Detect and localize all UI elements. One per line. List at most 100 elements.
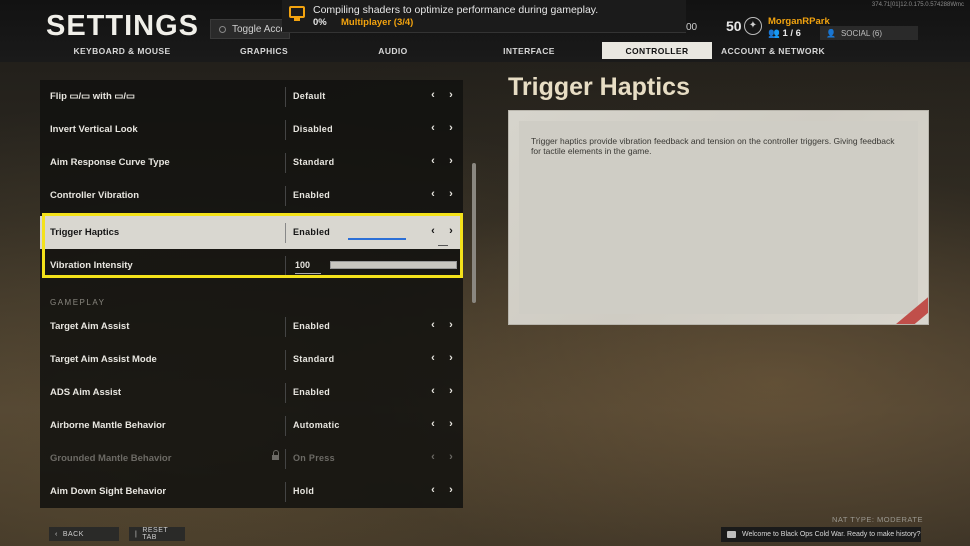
setting-value: Standard bbox=[293, 157, 335, 167]
nat-type: NAT TYPE: MODERATE bbox=[832, 515, 923, 524]
party-count-text: 1 / 6 bbox=[782, 28, 801, 39]
setting-value: Automatic bbox=[293, 420, 340, 430]
reset-icon: | bbox=[135, 530, 138, 538]
toggle-button[interactable]: Toggle Acce bbox=[210, 19, 290, 39]
chat-icon bbox=[727, 531, 736, 538]
monitor-icon bbox=[289, 6, 305, 21]
detail-description: Trigger haptics provide vibration feedba… bbox=[531, 136, 895, 156]
chevron-left-icon[interactable]: ‹ bbox=[424, 188, 442, 200]
party-icon: 👥 bbox=[768, 28, 780, 39]
chevron-left-icon[interactable]: ‹ bbox=[424, 352, 442, 364]
notification-percent: 0% bbox=[313, 17, 327, 28]
chevron-left-icon[interactable]: ‹ bbox=[424, 319, 442, 331]
party-count: 👥 1 / 6 bbox=[768, 28, 801, 39]
settings-tabs: KEYBOARD & MOUSE GRAPHICS AUDIO INTERFAC… bbox=[46, 42, 922, 60]
arrow-controls: ‹ › bbox=[424, 484, 460, 496]
tab-controller[interactable]: CONTROLLER bbox=[602, 42, 712, 59]
setting-row-controller-vibration[interactable]: Controller Vibration Enabled ‹ › bbox=[40, 179, 463, 212]
setting-label: Aim Down Sight Behavior bbox=[50, 486, 167, 497]
tab-account-network[interactable]: ACCOUNT & NETWORK bbox=[712, 42, 834, 59]
setting-label: Grounded Mantle Behavior bbox=[50, 453, 172, 464]
arrow-controls: ‹ › bbox=[424, 188, 460, 200]
chevron-left-icon[interactable]: ‹ bbox=[424, 89, 442, 101]
setting-label: Airborne Mantle Behavior bbox=[50, 420, 166, 431]
tab-graphics[interactable]: GRAPHICS bbox=[198, 42, 330, 59]
social-button[interactable]: 👤 SOCIAL (6) bbox=[820, 26, 918, 40]
chevron-left-icon[interactable]: ‹ bbox=[424, 155, 442, 167]
setting-row-ads-aim-assist[interactable]: ADS Aim Assist Enabled ‹ › bbox=[40, 376, 463, 409]
chevron-right-icon[interactable]: › bbox=[442, 484, 460, 496]
setting-row-grounded-mantle: Grounded Mantle Behavior On Press ‹ › bbox=[40, 442, 463, 475]
setting-value: Hold bbox=[293, 486, 315, 496]
setting-row-aim-curve[interactable]: Aim Response Curve Type Standard ‹ › bbox=[40, 146, 463, 179]
divider bbox=[285, 317, 286, 337]
setting-value: Disabled bbox=[293, 124, 333, 134]
setting-label: ADS Aim Assist bbox=[50, 387, 122, 398]
chevron-left-icon[interactable]: ‹ bbox=[424, 418, 442, 430]
setting-label: Invert Vertical Look bbox=[50, 124, 138, 135]
chevron-right-icon[interactable]: › bbox=[442, 385, 460, 397]
setting-row-airborne-mantle[interactable]: Airborne Mantle Behavior Automatic ‹ › bbox=[40, 409, 463, 442]
arrow-controls: ‹ › bbox=[424, 155, 460, 167]
chevron-right-icon[interactable]: › bbox=[442, 188, 460, 200]
setting-row-target-aim-assist[interactable]: Target Aim Assist Enabled ‹ › bbox=[40, 310, 463, 343]
setting-row-ads-behavior[interactable]: Aim Down Sight Behavior Hold ‹ › bbox=[40, 475, 463, 508]
decorative-stripe bbox=[864, 292, 928, 324]
prestige-emblem-icon: ✦ bbox=[744, 17, 762, 35]
arrow-controls: ‹ › bbox=[424, 352, 460, 364]
detail-panel: Trigger haptics provide vibration feedba… bbox=[508, 110, 929, 325]
setting-label: Target Aim Assist bbox=[50, 321, 130, 332]
setting-row-aim-assist-mode[interactable]: Target Aim Assist Mode Standard ‹ › bbox=[40, 343, 463, 376]
setting-value: On Press bbox=[293, 453, 335, 463]
arrow-controls: ‹ › bbox=[424, 451, 460, 463]
chevron-left-icon[interactable]: ‹ bbox=[424, 122, 442, 134]
arrow-controls: ‹ › bbox=[424, 418, 460, 430]
back-label: BACK bbox=[62, 530, 84, 538]
tab-audio[interactable]: AUDIO bbox=[330, 42, 456, 59]
highlight-annotation bbox=[42, 213, 463, 278]
chevron-right-icon[interactable]: › bbox=[442, 418, 460, 430]
section-header-gameplay: GAMEPLAY bbox=[50, 298, 106, 307]
divider bbox=[285, 383, 286, 403]
setting-value: Enabled bbox=[293, 321, 331, 331]
back-button[interactable]: ‹ BACK bbox=[49, 527, 119, 541]
reset-tab-button[interactable]: | RESET TAB bbox=[129, 527, 185, 541]
chevron-left-icon: ‹ bbox=[431, 451, 435, 463]
currency-value: 00 bbox=[686, 22, 698, 33]
chevron-left-icon[interactable]: ‹ bbox=[424, 385, 442, 397]
setting-value: Enabled bbox=[293, 190, 331, 200]
setting-label: Aim Response Curve Type bbox=[50, 157, 170, 168]
settings-list: Flip ▭/▭ with ▭/▭ Default ‹ › Invert Vert… bbox=[40, 80, 463, 508]
setting-row-invert-vertical[interactable]: Invert Vertical Look Disabled ‹ › bbox=[40, 113, 463, 146]
arrow-controls: ‹ › bbox=[424, 385, 460, 397]
welcome-text: Welcome to Black Ops Cold War. Ready to … bbox=[742, 531, 921, 538]
setting-value: Default bbox=[293, 91, 326, 101]
arrow-controls: ‹ › bbox=[424, 122, 460, 134]
notification-mode: Multiplayer (3/4) bbox=[341, 17, 414, 28]
chevron-right-icon[interactable]: › bbox=[442, 89, 460, 101]
divider bbox=[285, 350, 286, 370]
tab-keyboard-mouse[interactable]: KEYBOARD & MOUSE bbox=[46, 42, 198, 59]
page-title: SETTINGS bbox=[46, 10, 200, 42]
chevron-right-icon[interactable]: › bbox=[442, 122, 460, 134]
tab-interface[interactable]: INTERFACE bbox=[456, 42, 602, 59]
welcome-message: Welcome to Black Ops Cold War. Ready to … bbox=[721, 527, 921, 542]
divider bbox=[285, 120, 286, 140]
divider bbox=[285, 416, 286, 436]
chevron-right-icon[interactable]: › bbox=[442, 319, 460, 331]
social-icon: 👤 bbox=[826, 28, 836, 38]
notification-message: Compiling shaders to optimize performanc… bbox=[313, 4, 599, 16]
player-level: 50 bbox=[726, 18, 742, 34]
setting-row-flip[interactable]: Flip ▭/▭ with ▭/▭ Default ‹ › bbox=[40, 80, 463, 113]
divider bbox=[285, 482, 286, 502]
arrow-controls: ‹ › bbox=[424, 319, 460, 331]
divider bbox=[285, 87, 286, 107]
chevron-left-icon[interactable]: ‹ bbox=[424, 484, 442, 496]
toggle-icon bbox=[219, 25, 226, 33]
setting-value: Enabled bbox=[293, 387, 331, 397]
chevron-right-icon[interactable]: › bbox=[442, 155, 460, 167]
chevron-right-icon[interactable]: › bbox=[442, 352, 460, 364]
scrollbar[interactable] bbox=[472, 163, 476, 303]
arrow-controls: ‹ › bbox=[424, 89, 460, 101]
chevron-left-icon: ‹ bbox=[55, 530, 58, 538]
